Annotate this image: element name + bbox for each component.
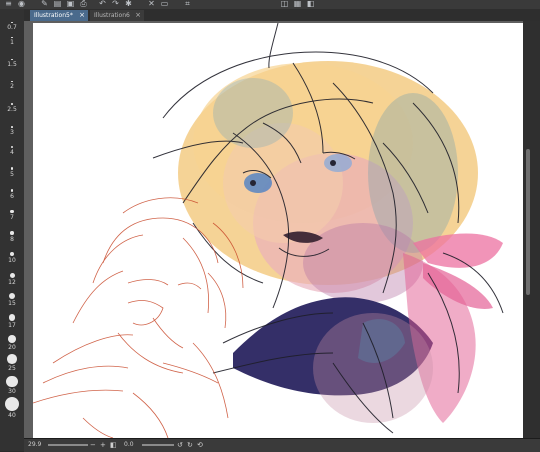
- brush-size-dot: [8, 335, 16, 343]
- zoom-value[interactable]: 29.9: [28, 441, 41, 449]
- brush-size-label: 2.5: [7, 106, 17, 113]
- print-icon[interactable]: ⎙: [79, 0, 88, 8]
- brush-size-dot: [7, 354, 17, 364]
- brush-size-dot: [10, 231, 14, 235]
- brush-size-2[interactable]: 2: [0, 80, 24, 104]
- camera-icon[interactable]: ◉: [17, 0, 26, 8]
- brush-size-label: 10: [8, 257, 16, 264]
- brush-size-dot: [11, 58, 13, 60]
- brush-size-1.5[interactable]: 1.5: [0, 58, 24, 82]
- menu-icon[interactable]: ≡: [4, 0, 13, 8]
- vertical-scrollbar[interactable]: [523, 21, 540, 438]
- brush-size-label: 5: [10, 171, 14, 178]
- folder-icon[interactable]: ▤: [53, 0, 62, 8]
- status-bar: 29.9 − + ◧ 0.0 ↺ ↻ ⟲: [24, 438, 540, 452]
- delete-icon[interactable]: ✕: [147, 0, 156, 8]
- brush-size-dot: [8, 292, 16, 299]
- angle-value[interactable]: 0.0: [124, 441, 134, 449]
- brush-size-dot: [11, 36, 13, 38]
- brush-size-dot: [9, 273, 15, 278]
- tab-illustration5[interactable]: Illustration5* ×: [30, 10, 88, 21]
- brush-size-dot: [11, 80, 13, 82]
- brush-size-label: 20: [8, 344, 16, 351]
- close-icon[interactable]: ×: [135, 10, 141, 21]
- brush-size-dot: [5, 397, 19, 411]
- tab-illustration6[interactable]: Illustration6 ×: [90, 10, 144, 21]
- brush-size-40[interactable]: 40: [0, 397, 24, 433]
- undo-icon[interactable]: ↶: [98, 0, 107, 8]
- brush-size-label: 17: [8, 322, 16, 329]
- scrollbar-thumb[interactable]: [526, 149, 530, 295]
- brush-size-dot: [6, 375, 18, 387]
- brush-size-label: 25: [8, 365, 16, 372]
- plus-icon[interactable]: +: [100, 441, 106, 449]
- brush-size-label: 30: [8, 388, 16, 395]
- redo-icon[interactable]: ↷: [111, 0, 120, 8]
- zoom-slider[interactable]: [48, 444, 88, 446]
- minus-icon[interactable]: −: [90, 441, 96, 449]
- brush-size-label: 0.7: [7, 24, 17, 31]
- brush-size-dot: [11, 126, 13, 128]
- rotate-right-icon[interactable]: ↻: [187, 441, 193, 449]
- fit-icon[interactable]: ◧: [110, 441, 117, 449]
- brush-size-label: 12: [8, 279, 16, 286]
- tab-label: Illustration6: [94, 12, 130, 19]
- document-tab-bar: Illustration5* × Illustration6 ×: [24, 9, 540, 21]
- grid-icon[interactable]: ▦: [293, 0, 302, 8]
- brush-size-panel: 0.7 1 1.5 2 2.5 3 4 5 6 7 8 10 12 15 17 20 25 30 40: [0, 9, 25, 451]
- brush-size-label: 7: [10, 214, 14, 221]
- brush-size-label: 3: [10, 129, 14, 136]
- brush-size-dot: [11, 21, 13, 23]
- drawing-canvas[interactable]: [33, 23, 523, 438]
- close-icon[interactable]: ×: [79, 10, 85, 21]
- loading-icon[interactable]: ✱: [124, 0, 133, 8]
- brush-size-dot: [11, 103, 13, 105]
- canvas-area[interactable]: [24, 21, 523, 438]
- brush-size-dot: [10, 209, 14, 213]
- brush-size-1[interactable]: 1: [0, 36, 24, 60]
- layer-icon[interactable]: ◧: [306, 0, 315, 8]
- brush-size-label: 4: [10, 149, 14, 156]
- brush-size-label: 1: [10, 39, 14, 46]
- painted-character: [178, 61, 503, 423]
- pen-icon[interactable]: ✎: [40, 0, 49, 8]
- brush-size-label: 6: [10, 193, 14, 200]
- rotate-left-icon[interactable]: ↺: [177, 441, 183, 449]
- clear-icon[interactable]: ▭: [160, 0, 169, 8]
- rotation-slider[interactable]: [142, 444, 174, 446]
- tab-label: Illustration5*: [34, 12, 73, 19]
- brush-size-label: 8: [10, 236, 14, 243]
- brush-size-label: 40: [8, 412, 16, 419]
- reset-icon[interactable]: ⟲: [197, 441, 203, 449]
- brush-size-2.5[interactable]: 2.5: [0, 103, 24, 127]
- brush-size-label: 15: [8, 300, 16, 307]
- save-icon[interactable]: ▣: [66, 0, 75, 8]
- brush-size-label: 2: [10, 83, 14, 90]
- artwork: [33, 23, 504, 438]
- brush-size-label: 1.5: [7, 61, 17, 68]
- transform-icon[interactable]: ◫: [280, 0, 289, 8]
- crop-icon[interactable]: ⌗: [183, 0, 192, 8]
